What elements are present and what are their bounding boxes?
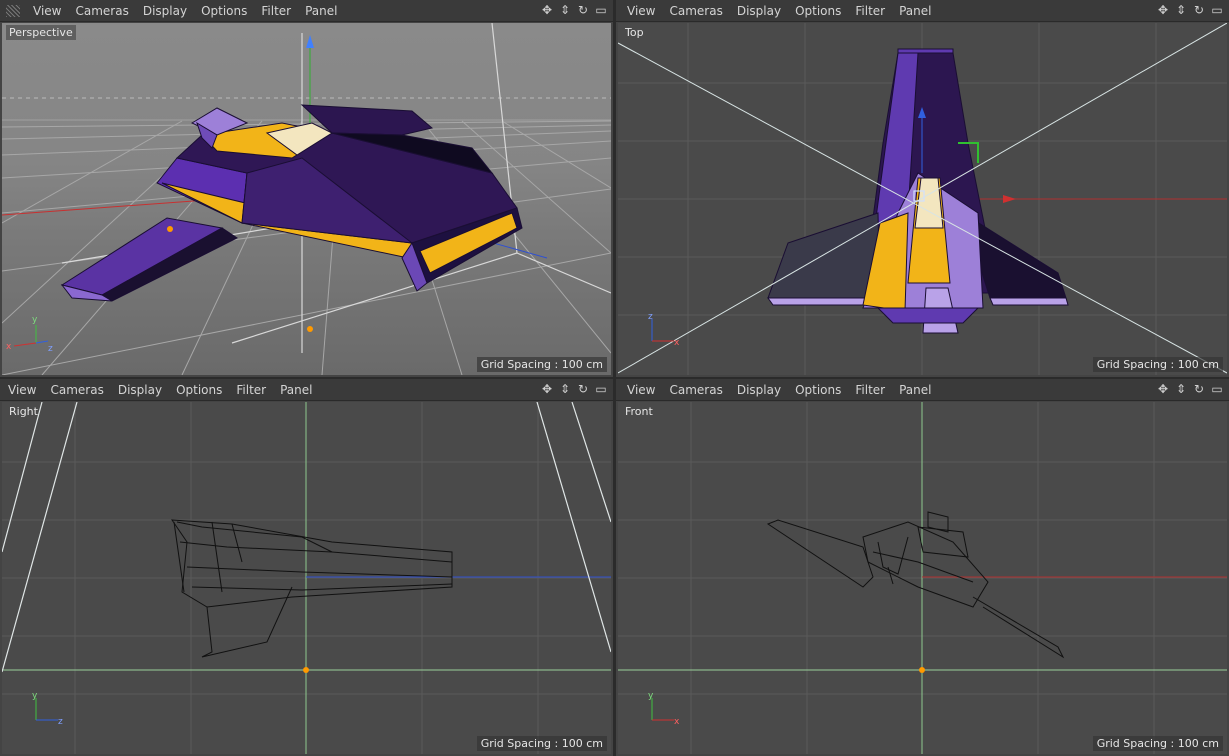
viewport-label[interactable]: Front [622,404,656,419]
perspective-menubar: View Cameras Display Options Filter Pane… [0,0,613,22]
right-scene: y z [2,402,611,754]
right-axis-gizmo: y z [32,691,63,727]
viewport-label[interactable]: Top [622,25,647,40]
menu-cameras[interactable]: Cameras [662,383,729,397]
axis-x-label: x [674,717,680,727]
axis-z-label: z [648,312,653,322]
menu-view[interactable]: View [620,4,662,18]
menu-display[interactable]: Display [730,4,788,18]
axis-z-label: z [58,717,63,727]
toggle-layout-icon[interactable]: ▭ [1209,382,1225,397]
view-navigation-icons: ✥ ⇕ ↻ ▭ [539,3,609,18]
menu-display[interactable]: Display [730,383,788,397]
perspective-scene: y x z [2,23,611,375]
menu-options[interactable]: Options [194,4,254,18]
rotate-view-icon[interactable]: ↻ [1191,382,1207,397]
axis-y-label: y [648,691,654,701]
axis-x-label: x [674,338,680,348]
grid-spacing-readout: Grid Spacing : 100 cm [476,357,607,372]
menu-options[interactable]: Options [788,383,848,397]
axis-z-label: z [48,344,53,354]
menu-panel[interactable]: Panel [892,383,938,397]
axis-y-label: y [32,315,38,325]
dolly-view-icon[interactable]: ⇕ [557,382,573,397]
menu-view[interactable]: View [1,383,43,397]
toggle-layout-icon[interactable]: ▭ [593,382,609,397]
top-axis-gizmo: z x [648,312,680,348]
panel-grip-icon[interactable] [6,4,20,17]
move-view-icon[interactable]: ✥ [539,382,555,397]
dolly-view-icon[interactable]: ⇕ [1173,3,1189,18]
menu-view[interactable]: View [26,4,68,18]
right-viewport[interactable]: y z Right Grid Spacing : 100 cm [2,402,611,754]
menu-filter[interactable]: Filter [229,383,273,397]
axis-y-label: y [32,691,38,701]
top-menubar: View Cameras Display Options Filter Pane… [616,0,1229,22]
menu-options[interactable]: Options [169,383,229,397]
grid-spacing-readout: Grid Spacing : 100 cm [1092,357,1223,372]
menu-options[interactable]: Options [788,4,848,18]
front-viewport-panel: View Cameras Display Options Filter Pane… [616,379,1229,756]
right-menubar: View Cameras Display Options Filter Pane… [0,379,613,401]
rotate-view-icon[interactable]: ↻ [575,3,591,18]
toggle-layout-icon[interactable]: ▭ [1209,3,1225,18]
menu-cameras[interactable]: Cameras [662,4,729,18]
top-viewport-panel: View Cameras Display Options Filter Pane… [616,0,1229,377]
viewport-label[interactable]: Right [6,404,41,419]
move-view-icon[interactable]: ✥ [1155,3,1171,18]
view-navigation-icons: ✥ ⇕ ↻ ▭ [539,382,609,397]
rotate-view-icon[interactable]: ↻ [1191,3,1207,18]
menu-panel[interactable]: Panel [273,383,319,397]
perspective-viewport[interactable]: y x z Perspective Grid Spacing : 100 cm [2,23,611,375]
menu-display[interactable]: Display [136,4,194,18]
menu-cameras[interactable]: Cameras [68,4,135,18]
move-view-icon[interactable]: ✥ [1155,382,1171,397]
menu-cameras[interactable]: Cameras [43,383,110,397]
perspective-viewport-panel: View Cameras Display Options Filter Pane… [0,0,613,377]
toggle-layout-icon[interactable]: ▭ [593,3,609,18]
grid-spacing-readout: Grid Spacing : 100 cm [1092,736,1223,751]
front-viewport[interactable]: y x Front Grid Spacing : 100 cm [618,402,1227,754]
front-axis-gizmo: y x [648,691,680,727]
top-viewport[interactable]: z x Top Grid Spacing : 100 cm [618,23,1227,375]
right-viewport-panel: View Cameras Display Options Filter Pane… [0,379,613,756]
move-view-icon[interactable]: ✥ [539,3,555,18]
view-navigation-icons: ✥ ⇕ ↻ ▭ [1155,3,1225,18]
menu-filter[interactable]: Filter [848,383,892,397]
rotate-view-icon[interactable]: ↻ [575,382,591,397]
viewport-label[interactable]: Perspective [6,25,76,40]
view-navigation-icons: ✥ ⇕ ↻ ▭ [1155,382,1225,397]
dolly-view-icon[interactable]: ⇕ [557,3,573,18]
menu-filter[interactable]: Filter [848,4,892,18]
menu-panel[interactable]: Panel [298,4,344,18]
menu-panel[interactable]: Panel [892,4,938,18]
menu-view[interactable]: View [620,383,662,397]
top-scene: z x [618,23,1227,375]
front-menubar: View Cameras Display Options Filter Pane… [616,379,1229,401]
dolly-view-icon[interactable]: ⇕ [1173,382,1189,397]
axis-x-label: x [6,342,12,352]
menu-display[interactable]: Display [111,383,169,397]
front-scene: y x [618,402,1227,754]
grid-spacing-readout: Grid Spacing : 100 cm [476,736,607,751]
menu-filter[interactable]: Filter [254,4,298,18]
perspective-axis-gizmo: y x z [6,315,53,354]
